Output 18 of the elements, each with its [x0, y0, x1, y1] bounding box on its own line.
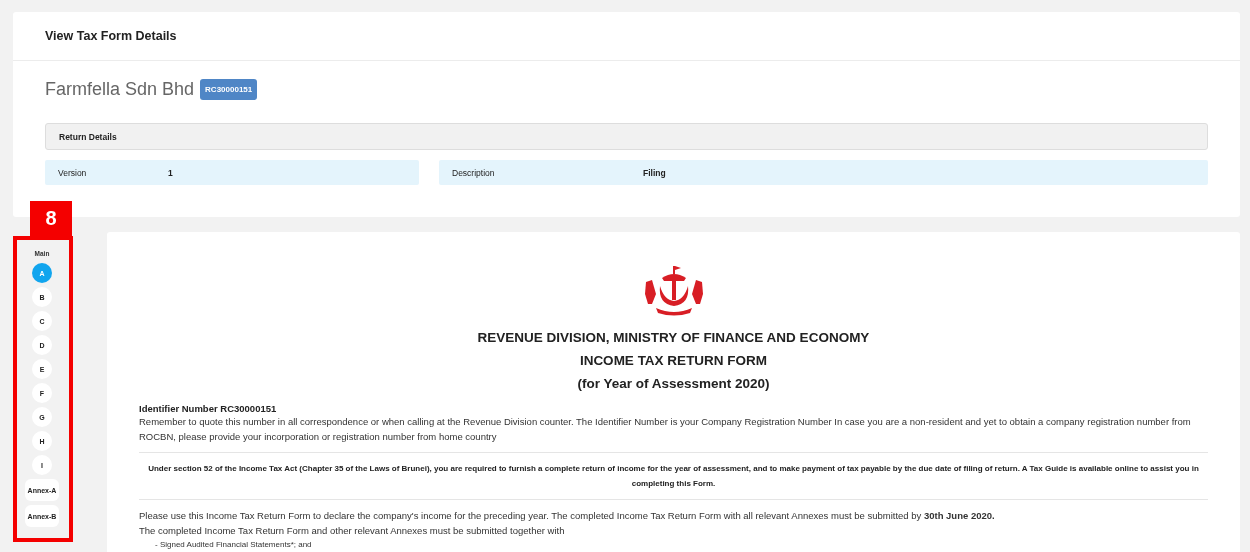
form-subtitle: INCOME TAX RETURN FORM — [578, 352, 769, 370]
field-value: 1 — [168, 167, 173, 178]
identifier-heading: Identifier Number RC30000151 — [139, 403, 278, 414]
field-label: Version — [58, 167, 88, 178]
identifier-note: Remember to quote this number in all correspondence or when calling at the Revenue Division counter. The Identifier Number is your Company Registration Number In case you are a non-resident and yet to obtain a company registration number from ROCBN, please provide your incorporation or registration number from home country — [139, 415, 1192, 444]
company-name: Farmfella Sdn Bhd — [45, 78, 195, 100]
legal-notice: Under section 52 of the Income Tax Act (Chapter 35 of the Laws of Brunei), you are required to furnish a complete return of income for the year of assessment, and to make payment of tax payable by the due date of filing of return. A Tax Guide is available online to assist you in completing this Form. — [147, 463, 1200, 490]
field-value: Filing — [643, 167, 666, 178]
callout-number: 8 — [30, 201, 72, 236]
field-label: Description — [452, 167, 496, 178]
page-title: View Tax Form Details — [45, 29, 177, 43]
registration-badge: RC30000151 — [200, 78, 258, 100]
section-title: Return Details — [59, 131, 117, 142]
instruction-text: Please use this Income Tax Return Form to declare the company's income for the preceding year. The completed Income Tax Return Form with all relevant Annexes must be submitted by 30th June 2020. — [139, 509, 996, 523]
requirement-item: - Signed Audited Financial Statements*; and — [155, 539, 313, 551]
form-title: REVENUE DIVISION, MINISTRY OF FINANCE AND ECONOMY — [476, 329, 871, 347]
assessment-year: (for Year of Assessment 2020) — [576, 375, 771, 393]
instruction-text: The completed Income Tax Return Form and other relevant Annexes must be submitted together with — [139, 524, 566, 538]
